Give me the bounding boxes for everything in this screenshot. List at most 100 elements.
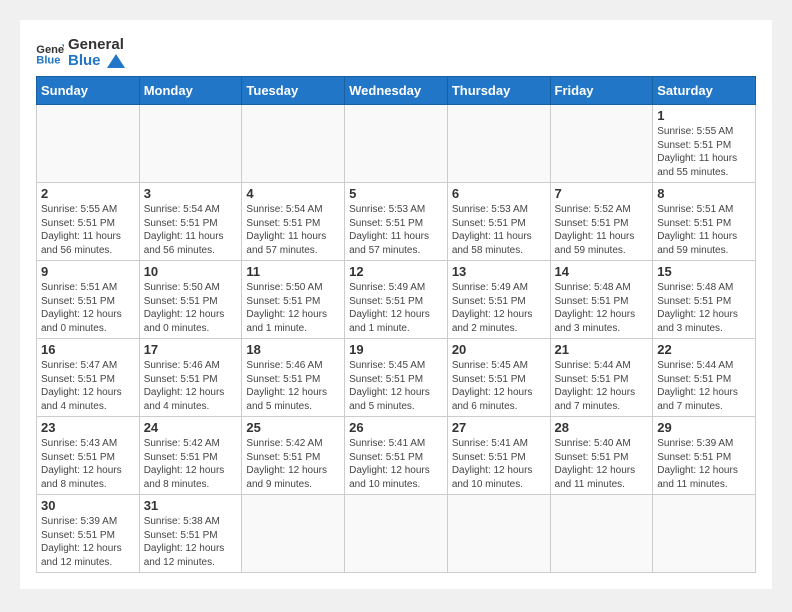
- calendar-cell: 8Sunrise: 5:51 AM Sunset: 5:51 PM Daylig…: [653, 183, 756, 261]
- calendar-cell: 12 Sunrise: 5:49 AM Sunset: 5:51 PM Dayli…: [345, 261, 448, 339]
- calendar-cell: 18 Sunrise: 5:46 AM Sunset: 5:51 PM Dayli…: [242, 339, 345, 417]
- day-number: 18: [246, 342, 340, 357]
- calendar-cell: 1 Sunrise: 5:55 AM Sunset: 5:51 PM Daylig…: [653, 105, 756, 183]
- day-info: Sunrise: 5:39 AM Sunset: 5:51 PM Dayligh…: [657, 437, 751, 491]
- calendar-cell: 27 Sunrise: 5:41 AM Sunset: 5:51 PM Dayli…: [447, 417, 550, 495]
- calendar-cell: [345, 495, 448, 573]
- calendar-cell: 2 Sunrise: 5:55 AM Sunset: 5:51 PM Daylig…: [37, 183, 140, 261]
- day-info: Sunrise: 5:44 AM Sunset: 5:51 PM Dayligh…: [657, 359, 751, 413]
- calendar-cell: 15 Sunrise: 5:48 AM Sunset: 5:51 PM Dayli…: [653, 261, 756, 339]
- day-number: 12: [349, 264, 443, 279]
- day-info: Sunrise: 5:44 AM Sunset: 5:51 PM Dayligh…: [555, 359, 649, 413]
- day-info: Sunrise: 5:54 AM Sunset: 5:51 PM Dayligh…: [144, 203, 238, 257]
- day-number: 11: [246, 264, 340, 279]
- day-info: Sunrise: 5:48 AM Sunset: 5:51 PM Dayligh…: [657, 281, 751, 335]
- day-number: 17: [144, 342, 238, 357]
- day-info: Sunrise: 5:51 AM Sunset: 5:51 PM Dayligh…: [41, 281, 135, 335]
- day-number: 2: [41, 186, 135, 201]
- calendar-cell: 24Sunrise: 5:42 AM Sunset: 5:51 PM Dayli…: [139, 417, 242, 495]
- day-number: 5: [349, 186, 443, 201]
- day-info: Sunrise: 5:55 AM Sunset: 5:51 PM Dayligh…: [41, 203, 135, 257]
- day-number: 23: [41, 420, 135, 435]
- day-number: 27: [452, 420, 546, 435]
- calendar-cell: 11 Sunrise: 5:50 AM Sunset: 5:51 PM Dayli…: [242, 261, 345, 339]
- calendar-cell: 13 Sunrise: 5:49 AM Sunset: 5:51 PM Dayli…: [447, 261, 550, 339]
- day-number: 15: [657, 264, 751, 279]
- header: General Blue General Blue: [36, 36, 756, 70]
- day-number: 3: [144, 186, 238, 201]
- calendar-week-row-5: 23 Sunrise: 5:43 AM Sunset: 5:51 PM Dayli…: [37, 417, 756, 495]
- day-info: Sunrise: 5:47 AM Sunset: 5:51 PM Dayligh…: [41, 359, 135, 413]
- calendar-cell: 10 Sunrise: 5:50 AM Sunset: 5:51 PM Dayli…: [139, 261, 242, 339]
- day-info: Sunrise: 5:46 AM Sunset: 5:51 PM Dayligh…: [246, 359, 340, 413]
- day-number: 26: [349, 420, 443, 435]
- day-number: 29: [657, 420, 751, 435]
- calendar-cell: [447, 105, 550, 183]
- calendar-cell: 7Sunrise: 5:52 AM Sunset: 5:51 PM Daylig…: [550, 183, 653, 261]
- weekday-header-row: SundayMondayTuesdayWednesdayThursdayFrid…: [37, 77, 756, 105]
- calendar-cell: 28 Sunrise: 5:40 AM Sunset: 5:51 PM Dayli…: [550, 417, 653, 495]
- day-info: Sunrise: 5:53 AM Sunset: 5:51 PM Dayligh…: [349, 203, 443, 257]
- day-info: Sunrise: 5:55 AM Sunset: 5:51 PM Dayligh…: [657, 125, 751, 179]
- calendar-cell: [139, 105, 242, 183]
- calendar-cell: 17 Sunrise: 5:46 AM Sunset: 5:51 PM Dayli…: [139, 339, 242, 417]
- calendar-week-row-6: 30Sunrise: 5:39 AM Sunset: 5:51 PM Dayli…: [37, 495, 756, 573]
- calendar-cell: 31Sunrise: 5:38 AM Sunset: 5:51 PM Dayli…: [139, 495, 242, 573]
- day-number: 28: [555, 420, 649, 435]
- calendar-cell: [242, 495, 345, 573]
- calendar-cell: 16Sunrise: 5:47 AM Sunset: 5:51 PM Dayli…: [37, 339, 140, 417]
- svg-text:Blue: Blue: [36, 54, 60, 65]
- day-number: 9: [41, 264, 135, 279]
- generalblue-logo-icon: General Blue: [36, 41, 64, 65]
- day-info: Sunrise: 5:50 AM Sunset: 5:51 PM Dayligh…: [246, 281, 340, 335]
- calendar-cell: [550, 105, 653, 183]
- day-number: 24: [144, 420, 238, 435]
- day-info: Sunrise: 5:41 AM Sunset: 5:51 PM Dayligh…: [452, 437, 546, 491]
- calendar-table: SundayMondayTuesdayWednesdayThursdayFrid…: [36, 76, 756, 573]
- calendar-cell: 14Sunrise: 5:48 AM Sunset: 5:51 PM Dayli…: [550, 261, 653, 339]
- day-number: 25: [246, 420, 340, 435]
- day-number: 6: [452, 186, 546, 201]
- day-info: Sunrise: 5:43 AM Sunset: 5:51 PM Dayligh…: [41, 437, 135, 491]
- day-info: Sunrise: 5:50 AM Sunset: 5:51 PM Dayligh…: [144, 281, 238, 335]
- calendar-cell: 21Sunrise: 5:44 AM Sunset: 5:51 PM Dayli…: [550, 339, 653, 417]
- day-number: 19: [349, 342, 443, 357]
- calendar-cell: 6Sunrise: 5:53 AM Sunset: 5:51 PM Daylig…: [447, 183, 550, 261]
- calendar-cell: 19 Sunrise: 5:45 AM Sunset: 5:51 PM Dayli…: [345, 339, 448, 417]
- day-number: 4: [246, 186, 340, 201]
- calendar-cell: [242, 105, 345, 183]
- logo-triangle-icon: [107, 54, 125, 68]
- weekday-header-monday: Monday: [139, 77, 242, 105]
- day-number: 7: [555, 186, 649, 201]
- calendar-cell: [447, 495, 550, 573]
- day-info: Sunrise: 5:49 AM Sunset: 5:51 PM Dayligh…: [452, 281, 546, 335]
- day-info: Sunrise: 5:42 AM Sunset: 5:51 PM Dayligh…: [246, 437, 340, 491]
- day-number: 20: [452, 342, 546, 357]
- weekday-header-wednesday: Wednesday: [345, 77, 448, 105]
- day-info: Sunrise: 5:51 AM Sunset: 5:51 PM Dayligh…: [657, 203, 751, 257]
- day-number: 1: [657, 108, 751, 123]
- day-info: Sunrise: 5:46 AM Sunset: 5:51 PM Dayligh…: [144, 359, 238, 413]
- page-container: General Blue General Blue SundayMondayTu…: [20, 20, 772, 589]
- day-info: Sunrise: 5:45 AM Sunset: 5:51 PM Dayligh…: [452, 359, 546, 413]
- day-info: Sunrise: 5:45 AM Sunset: 5:51 PM Dayligh…: [349, 359, 443, 413]
- calendar-week-row-3: 9 Sunrise: 5:51 AM Sunset: 5:51 PM Daylig…: [37, 261, 756, 339]
- calendar-cell: 30Sunrise: 5:39 AM Sunset: 5:51 PM Dayli…: [37, 495, 140, 573]
- day-info: Sunrise: 5:54 AM Sunset: 5:51 PM Dayligh…: [246, 203, 340, 257]
- day-number: 10: [144, 264, 238, 279]
- weekday-header-thursday: Thursday: [447, 77, 550, 105]
- weekday-header-friday: Friday: [550, 77, 653, 105]
- day-number: 31: [144, 498, 238, 513]
- day-info: Sunrise: 5:40 AM Sunset: 5:51 PM Dayligh…: [555, 437, 649, 491]
- calendar-cell: 25 Sunrise: 5:42 AM Sunset: 5:51 PM Dayli…: [242, 417, 345, 495]
- day-info: Sunrise: 5:49 AM Sunset: 5:51 PM Dayligh…: [349, 281, 443, 335]
- calendar-week-row-2: 2 Sunrise: 5:55 AM Sunset: 5:51 PM Daylig…: [37, 183, 756, 261]
- calendar-cell: 29 Sunrise: 5:39 AM Sunset: 5:51 PM Dayli…: [653, 417, 756, 495]
- day-number: 13: [452, 264, 546, 279]
- day-info: Sunrise: 5:41 AM Sunset: 5:51 PM Dayligh…: [349, 437, 443, 491]
- weekday-header-saturday: Saturday: [653, 77, 756, 105]
- calendar-cell: 5 Sunrise: 5:53 AM Sunset: 5:51 PM Daylig…: [345, 183, 448, 261]
- calendar-cell: 4 Sunrise: 5:54 AM Sunset: 5:51 PM Daylig…: [242, 183, 345, 261]
- weekday-header-tuesday: Tuesday: [242, 77, 345, 105]
- day-number: 22: [657, 342, 751, 357]
